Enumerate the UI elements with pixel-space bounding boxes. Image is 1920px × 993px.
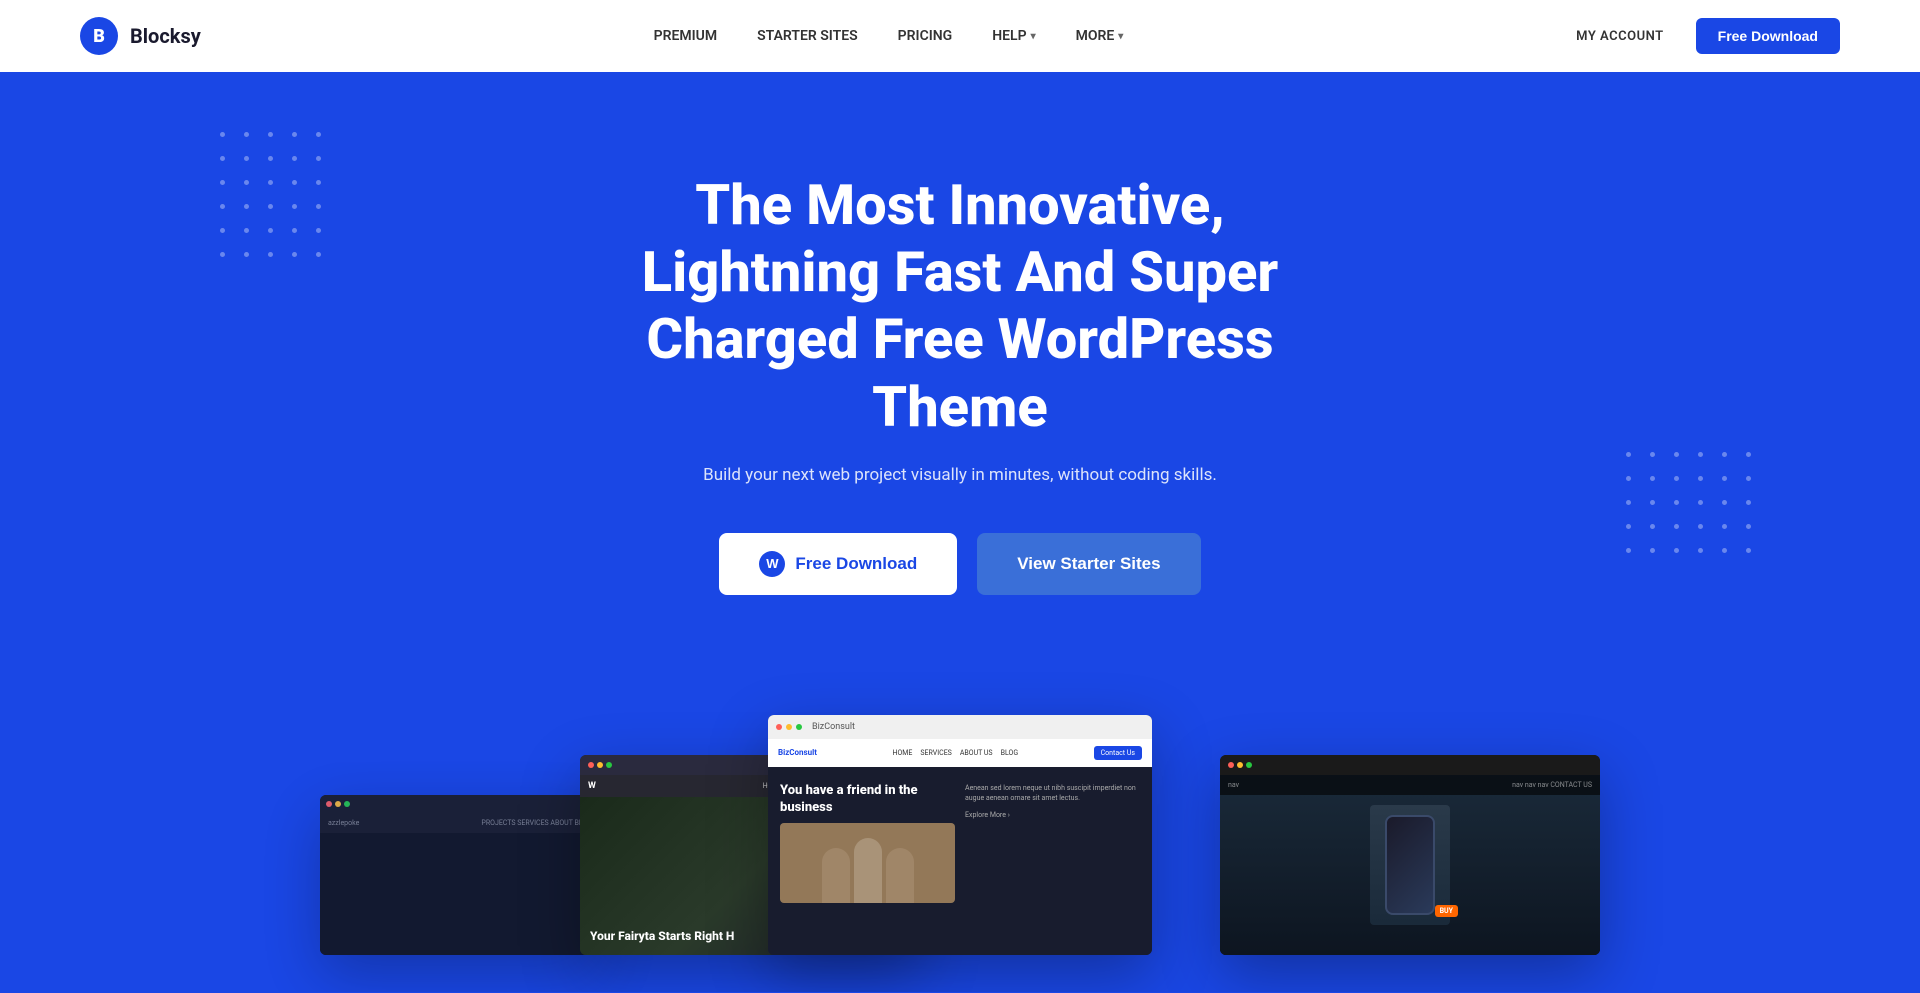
screenshots-container: azzlepoke PROJECTS SERVICES ABOUT BLOG W… [0,655,1920,955]
browser-dot-red [588,762,594,768]
browser-bar-center: BizConsult [768,715,1152,739]
navbar-brand: B Blocksy [80,17,201,55]
brand-name: Blocksy [130,24,201,48]
browser-dot-yellow [1237,762,1243,768]
iphone-nav: nav nav nav nav CONTACT US [1220,775,1600,795]
screenshot-center: BizConsult BizConsult HOME SERVICES ABOU… [768,715,1152,955]
navbar: B Blocksy PREMIUM STARTER SITES PRICING … [0,0,1920,72]
hero-subtitle: Build your next web project visually in … [703,465,1217,485]
iphone-hero: nav nav nav nav CONTACT US BUY [1220,775,1600,955]
browser-dot-yellow [786,724,792,730]
browser-dot-red [326,801,332,807]
bizconsult-content: BizConsult HOME SERVICES ABOUT US BLOG C… [768,739,1152,955]
phone-body [1385,815,1435,915]
bizconsult-hero: You have a friend in the business Aenean… [768,767,1152,955]
browser-dot-red [1228,762,1234,768]
nav-item-pricing[interactable]: PRICING [898,28,953,44]
bizconsult-nav: BizConsult HOME SERVICES ABOUT US BLOG C… [768,739,1152,767]
chevron-down-icon: ▾ [1031,31,1036,42]
hero-title: The Most Innovative, Lightning Fast And … [570,172,1350,441]
price-badge: BUY [1435,905,1458,917]
wordpress-icon: W [759,551,785,577]
free-download-hero-button[interactable]: W Free Download [719,533,957,595]
hero-section: The Most Innovative, Lightning Fast And … [0,72,1920,992]
main-nav: PREMIUM STARTER SITES PRICING HELP ▾ MOR… [654,28,1124,44]
browser-dot-green [1246,762,1252,768]
navbar-right: MY ACCOUNT Free Download [1576,18,1840,54]
free-download-nav-button[interactable]: Free Download [1696,18,1840,54]
nav-item-more[interactable]: MORE ▾ [1076,28,1124,44]
chevron-down-icon: ▾ [1118,31,1123,42]
azzlepoke-nav: azzlepoke PROJECTS SERVICES ABOUT BLOG [320,813,600,833]
browser-bar-right [1220,755,1600,775]
nav-item-starter-sites[interactable]: STARTER SITES [757,28,858,44]
browser-dot-green [796,724,802,730]
dots-left-decoration [220,132,330,266]
hero-buttons: W Free Download View Starter Sites [719,533,1200,595]
view-starter-sites-button[interactable]: View Starter Sites [977,533,1200,595]
iphone-image: BUY [1370,805,1450,925]
bizconsult-image [780,823,955,903]
browser-dot-green [606,762,612,768]
screenshot-right: nav nav nav nav CONTACT US BUY [1220,755,1600,955]
browser-bar [320,795,600,813]
browser-content-far-left: azzlepoke PROJECTS SERVICES ABOUT BLOG [320,813,600,955]
iphone-content: nav nav nav nav CONTACT US BUY [1220,775,1600,955]
browser-dot-green [344,801,350,807]
screenshot-far-left: azzlepoke PROJECTS SERVICES ABOUT BLOG [320,795,600,955]
browser-dot-red [776,724,782,730]
browser-dot-yellow [597,762,603,768]
nav-item-premium[interactable]: PREMIUM [654,28,718,44]
logo-icon: B [80,17,118,55]
my-account-link[interactable]: MY ACCOUNT [1576,29,1664,44]
dots-right-decoration [1626,452,1760,562]
browser-dot-yellow [335,801,341,807]
nav-item-help[interactable]: HELP ▾ [992,28,1035,44]
